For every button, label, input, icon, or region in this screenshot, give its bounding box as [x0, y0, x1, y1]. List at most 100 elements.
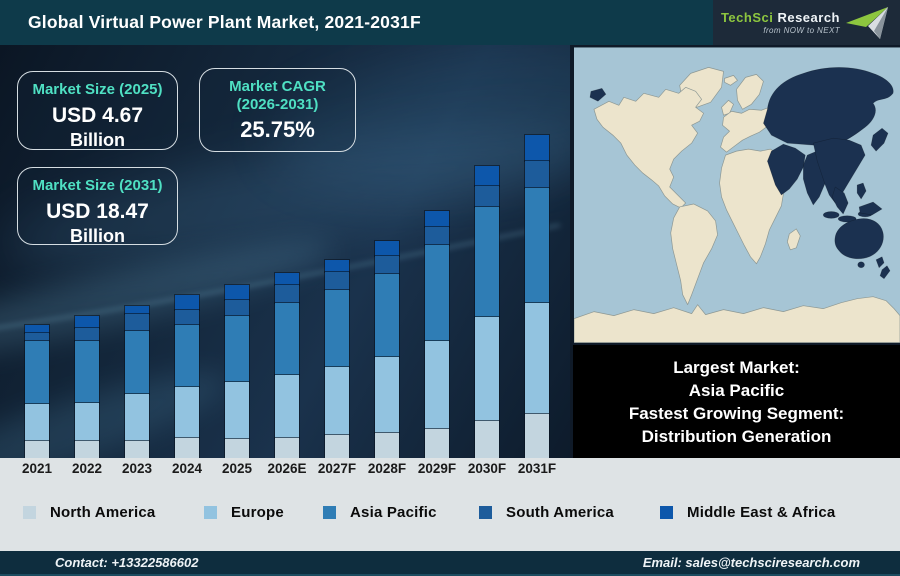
world-map [574, 47, 900, 343]
bar-segment [475, 421, 499, 458]
page-title: Global Virtual Power Plant Market, 2021-… [28, 0, 421, 45]
contact-text: Contact: +13322586602 [55, 551, 198, 574]
legend-label: Middle East & Africa [687, 504, 835, 521]
bar-segment [225, 439, 249, 458]
bar-segment [225, 285, 249, 300]
bar-2030F [475, 166, 499, 458]
bar-2023 [125, 306, 149, 458]
bar-segment [525, 188, 549, 303]
bar-segment [25, 404, 49, 441]
legend-swatch [479, 506, 492, 519]
bar-segment [475, 207, 499, 317]
legend-item-middle-east-africa: Middle East & Africa [660, 504, 835, 521]
legend-label: South America [506, 504, 614, 521]
legend-label: North America [50, 504, 155, 521]
bar-segment [325, 272, 349, 290]
bar-segment [75, 328, 99, 341]
bar-segment [75, 441, 99, 458]
bar-segment [325, 290, 349, 367]
bar-segment [325, 367, 349, 435]
bar-segment [25, 441, 49, 458]
bar-2028F [375, 241, 399, 458]
info-box-title: Market Size (2031) [18, 177, 177, 195]
email-text: Email: sales@techsciresearch.com [643, 551, 860, 574]
bar-segment [275, 285, 299, 303]
info-box-value: USD 4.67 [18, 104, 177, 128]
callout-line: Fastest Growing Segment: [629, 402, 844, 425]
info-box-unit: Billion [18, 130, 177, 151]
bar-2024 [175, 295, 199, 458]
x-axis-label: 2027F [318, 461, 356, 476]
bar-segment [425, 341, 449, 429]
legend: North America Europe Asia Pacific South Ame… [0, 504, 900, 524]
world-map-svg [574, 47, 900, 343]
bar-segment [525, 303, 549, 414]
legend-item-south-america: South America [479, 504, 614, 521]
bar-segment [525, 161, 549, 188]
bar-segment [275, 438, 299, 458]
techsci-logo: TechSci Research from NOW to NEXT [713, 0, 900, 47]
info-box-market-cagr: Market CAGR (2026-2031) 25.75% [199, 68, 356, 152]
bar-segment [425, 429, 449, 458]
bar-2025 [225, 285, 249, 458]
callout-line: Distribution Generation [642, 425, 832, 448]
logo-wordmark: TechSci Research [721, 11, 840, 24]
bar-2027F [325, 260, 349, 458]
bar-segment [175, 387, 199, 438]
info-box-market-size-2025: Market Size (2025) USD 4.67 Billion [17, 71, 178, 150]
bar-segment [375, 241, 399, 256]
x-axis-label: 2024 [172, 461, 202, 476]
bar-segment [375, 357, 399, 433]
x-axis-label: 2026E [267, 461, 306, 476]
bar-segment [25, 341, 49, 404]
bar-segment [175, 310, 199, 325]
x-axis-label: 2021 [22, 461, 52, 476]
bar-segment [375, 433, 399, 458]
callout-line: Asia Pacific [689, 379, 784, 402]
x-axis-label: 2029F [418, 461, 456, 476]
bar-segment [525, 414, 549, 458]
bar-segment [275, 375, 299, 438]
bar-segment [125, 331, 149, 394]
bar-segment [325, 260, 349, 272]
bar-segment [225, 382, 249, 439]
bar-segment [125, 441, 149, 458]
info-box-title: Market Size (2025) [18, 81, 177, 99]
chart-area: Market Size (2025) USD 4.67 Billion Mark… [0, 45, 570, 458]
bar-segment [375, 274, 399, 357]
bar-segment [175, 295, 199, 310]
bar-segment [175, 438, 199, 458]
legend-item-asia-pacific: Asia Pacific [323, 504, 437, 521]
bar-segment [475, 166, 499, 186]
bar-segment [475, 186, 499, 207]
right-panel: Largest Market:Asia PacificFastest Growi… [570, 45, 900, 458]
bar-2031F [525, 135, 549, 458]
info-box-title: Market CAGR [200, 78, 355, 96]
legend-item-europe: Europe [204, 504, 284, 521]
bar-segment [125, 314, 149, 331]
bar-segment [25, 333, 49, 341]
bar-segment [75, 316, 99, 328]
info-box-value: 25.75% [200, 118, 355, 142]
x-axis-label: 2025 [222, 461, 252, 476]
info-box-unit: Billion [18, 226, 177, 247]
bar-segment [125, 394, 149, 441]
footer-bar: Contact: +13322586602 Email: sales@techs… [0, 551, 900, 576]
bar-segment [275, 303, 299, 375]
logo-arrow-icon [846, 7, 890, 41]
x-axis-label: 2023 [122, 461, 152, 476]
info-box-subtitle: (2026-2031) [200, 96, 355, 114]
bar-segment [225, 300, 249, 316]
info-box-market-size-2031: Market Size (2031) USD 18.47 Billion [17, 167, 178, 245]
bar-segment [525, 135, 549, 161]
bar-segment [425, 227, 449, 245]
axis-and-legend-strip: 202120222023202420252026E2027F2028F2029F… [0, 458, 900, 551]
bar-segment [325, 435, 349, 458]
legend-swatch [660, 506, 673, 519]
x-axis-label: 2022 [72, 461, 102, 476]
bar-2029F [425, 211, 449, 458]
bar-segment [125, 306, 149, 314]
largest-market-callout: Largest Market:Asia PacificFastest Growi… [573, 345, 900, 458]
x-axis-label: 2031F [518, 461, 556, 476]
x-axis-label: 2030F [468, 461, 506, 476]
